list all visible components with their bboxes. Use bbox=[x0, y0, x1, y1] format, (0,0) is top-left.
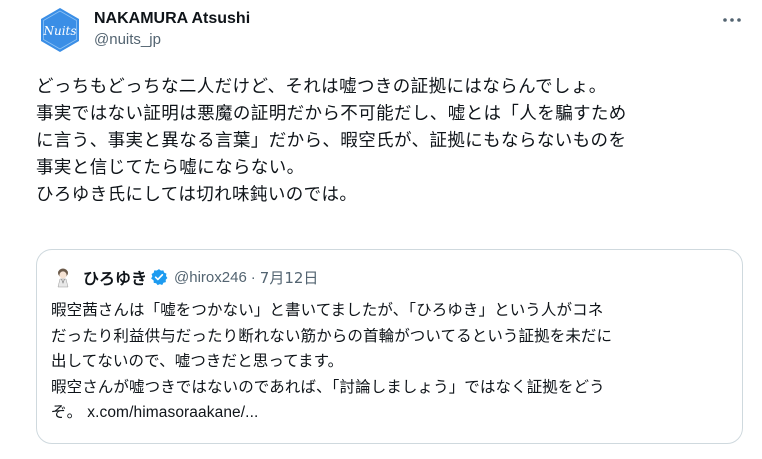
author-display-name[interactable]: NAKAMURA Atsushi bbox=[94, 9, 250, 29]
quoted-tweet[interactable]: ひろゆき @hirox246 · 7月12日 暇空茜さんは「嘘をつかない」と書い… bbox=[36, 249, 743, 444]
tweet-text-line: ひろゆき氏にしては切れ味鈍いのでは。 bbox=[36, 185, 358, 205]
separator-dot: · bbox=[250, 268, 256, 286]
quoted-tweet-header: ひろゆき @hirox246 · 7月12日 bbox=[51, 264, 318, 290]
avatar-logo-text: Nuits bbox=[42, 24, 76, 38]
quoted-author-avatar[interactable] bbox=[51, 265, 75, 289]
quoted-text-line: ぞ。 x.com/himasoraakane/... bbox=[51, 400, 741, 426]
tweet-text-line: に言う、事実と異なる言葉」だから、暇空氏が、証拠にもならないものを bbox=[36, 131, 627, 151]
quoted-text-line: 出してないので、嘘つきだと思ってます。 bbox=[51, 352, 344, 370]
hexagon-logo-icon: Nuits bbox=[41, 8, 79, 52]
character-avatar-icon bbox=[51, 265, 75, 289]
quoted-tweet-date[interactable]: 7月12日 bbox=[260, 267, 319, 288]
quoted-author-name[interactable]: ひろゆき bbox=[83, 265, 147, 289]
tweet-text: どっちもどっちな二人だけど、それは嘘つきの証拠にはならんでしょ。 事実ではない証… bbox=[36, 74, 756, 209]
quoted-tweet-text: 暇空茜さんは「嘘をつかない」と書いてましたが、「ひろゆき」という人がコネ だった… bbox=[51, 298, 741, 426]
more-options-button[interactable] bbox=[716, 8, 748, 32]
quoted-text-line: 暇空さんが嘘つきではないのであれば、「討論しましょう」ではなく証拠をどう bbox=[51, 377, 605, 396]
author-names: NAKAMURA Atsushi @nuits_jp bbox=[94, 6, 250, 54]
verified-badge-icon bbox=[150, 268, 168, 286]
more-horizontal-icon bbox=[723, 18, 741, 22]
tweet-text-line: 事実ではない証明は悪魔の証明だから不可能だし、嘘とは「人を騙すため bbox=[36, 104, 627, 124]
quoted-text-line: だったり利益供与だったり断れない筋からの首輪がついてるという証拠を未だに bbox=[51, 326, 613, 345]
author-handle[interactable]: @nuits_jp bbox=[94, 30, 250, 50]
quoted-text-line: 暇空茜さんは「嘘をつかない」と書いてましたが、「ひろゆき」という人がコネ bbox=[51, 301, 604, 319]
tweet-header: Nuits NAKAMURA Atsushi @nuits_jp bbox=[36, 6, 746, 54]
tweet-card: Nuits NAKAMURA Atsushi @nuits_jp どっちもどっち… bbox=[0, 0, 762, 459]
quoted-text-line-prefix: ぞ。 bbox=[51, 403, 88, 421]
tweet-text-line: 事実と信じてたら嘘にならない。 bbox=[36, 158, 305, 178]
tweet-text-line: どっちもどっちな二人だけど、それは嘘つきの証拠にはならんでしょ。 bbox=[36, 77, 607, 97]
author-avatar[interactable]: Nuits bbox=[36, 6, 84, 54]
quoted-author-handle[interactable]: @hirox246 bbox=[174, 269, 247, 286]
quoted-link[interactable]: x.com/himasoraakane/... bbox=[87, 404, 258, 421]
